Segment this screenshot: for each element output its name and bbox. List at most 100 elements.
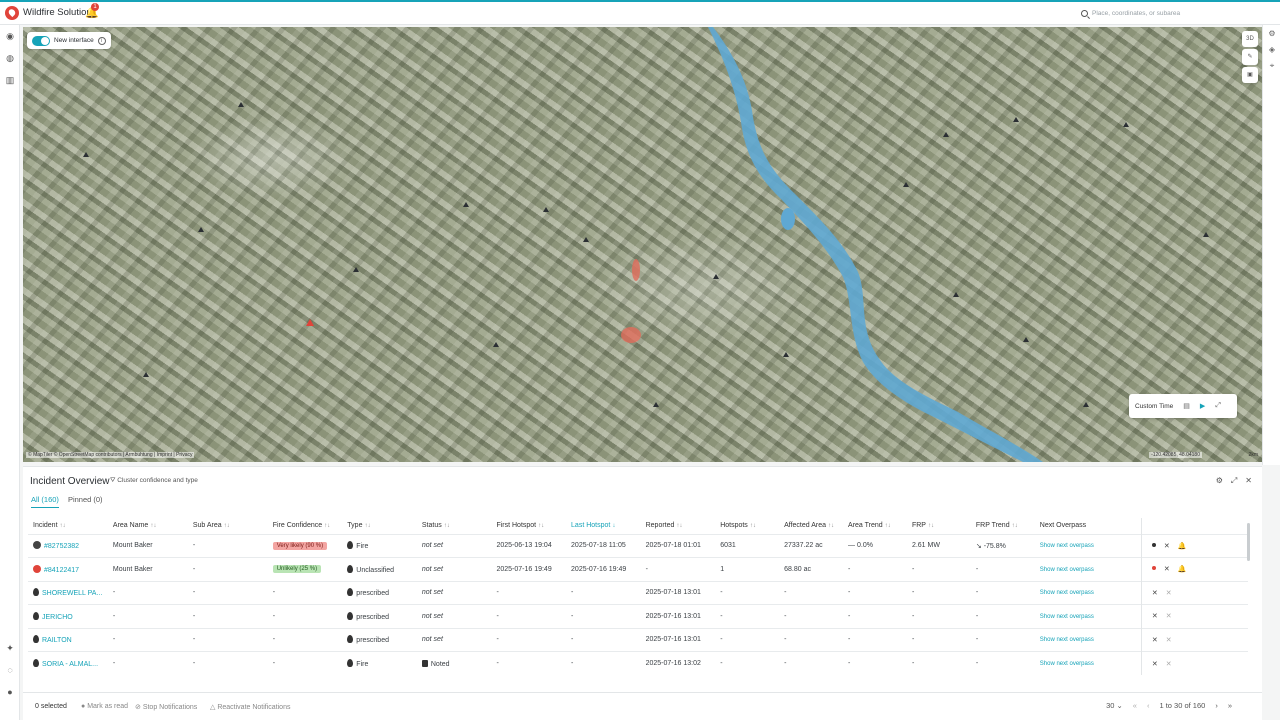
col-type[interactable]: Type ↑↓ [342, 518, 417, 534]
table-row[interactable]: #84122417 Mount Baker - Unlikely (25 %) … [28, 557, 1248, 581]
panel-close-icon[interactable]: ✕ [1245, 476, 1252, 486]
col-status[interactable]: Status ↑↓ [417, 518, 492, 534]
stop-notifications-button[interactable]: ⊘ Stop Notifications [135, 703, 197, 711]
settings-icon[interactable]: ⚙ [1266, 28, 1278, 40]
mute-icon[interactable]: ✕ [1164, 566, 1170, 573]
row-actions: ✕ 🔔 [1140, 557, 1248, 581]
incident-link[interactable]: SORIA - ALMAL... [42, 661, 98, 668]
read-status-icon[interactable] [1151, 542, 1156, 547]
col-area-name[interactable]: Area Name ↑↓ [108, 518, 188, 534]
mark-read-button[interactable]: ● Mark as read [81, 703, 128, 710]
mute-icon[interactable]: ✕ [1152, 613, 1158, 620]
incident-link[interactable]: #84122417 [44, 567, 79, 574]
notify-bell-icon[interactable]: 🔔 [1178, 566, 1187, 573]
reactivate-notifications-button[interactable]: △ Reactivate Notifications [210, 703, 290, 711]
map-nav-icon[interactable]: ◉ [3, 29, 17, 43]
frp-trend-cell: - [970, 604, 1035, 628]
first-page-button[interactable]: « [1133, 701, 1137, 710]
next-overpass-link[interactable]: Show next overpass [1040, 567, 1094, 573]
col-first-hotspot[interactable]: First Hotspot ↑↓ [491, 518, 566, 534]
sparkle-icon[interactable]: ✦ [3, 641, 17, 655]
time-control[interactable]: Custom Time ▤ ▶ ⤢ [1129, 394, 1237, 418]
mute-icon[interactable]: ✕ [1152, 590, 1158, 597]
col-incident[interactable]: Incident ↑↓ [28, 518, 108, 534]
toggle-switch[interactable] [32, 35, 50, 46]
layers-panel-icon[interactable]: ◈ [1266, 44, 1278, 56]
frp-cell: - [906, 651, 971, 675]
table-row[interactable]: #82752382 Mount Baker - Very likely (90 … [28, 533, 1248, 558]
table-row[interactable]: JERICHO - - - prescribed not set - - 202… [28, 604, 1248, 628]
col-frp[interactable]: FRP ↑↓ [907, 518, 971, 534]
last-hotspot-cell: 2025-07-18 11:05 [566, 533, 641, 558]
next-overpass-link[interactable]: Show next overpass [1040, 590, 1094, 596]
search-input[interactable]: Place, coordinates, or subarea [1081, 6, 1271, 20]
chat-icon[interactable]: ◌ [3, 663, 17, 677]
col-area-trend[interactable]: Area Trend ↑↓ [843, 518, 907, 534]
table-row[interactable]: SORIA - ALMAL... - - - Fire Noted - - 20… [28, 651, 1248, 675]
table-row[interactable]: RAILTON - - - prescribed not set - - 202… [28, 627, 1248, 652]
layers-icon[interactable]: ▣ [1242, 67, 1258, 83]
sub-area-cell: - [187, 580, 268, 605]
table-row[interactable]: SHOREWELL PA... - - - prescribed not set… [28, 580, 1248, 605]
row-actions: ✕ ✕ [1140, 627, 1248, 652]
3d-button[interactable]: 3D [1242, 31, 1258, 47]
incident-link[interactable]: SHOREWELL PA... [42, 590, 102, 597]
incident-nav-icon[interactable]: ◍ [3, 51, 17, 65]
confidence-cell: - [267, 604, 343, 628]
next-overpass-link[interactable]: Show next overpass [1040, 614, 1094, 620]
next-page-button[interactable]: › [1215, 701, 1218, 710]
col-sub-area[interactable]: Sub Area ↑↓ [188, 518, 268, 534]
next-overpass-link[interactable]: Show next overpass [1040, 637, 1094, 643]
incident-marker-icon[interactable] [306, 319, 314, 326]
notify-off-icon[interactable]: ✕ [1166, 590, 1172, 597]
panel-tabs: All (160) Pinned (0) [31, 495, 103, 508]
fire-area[interactable] [621, 327, 641, 343]
notify-off-icon[interactable]: ✕ [1166, 613, 1172, 620]
tab-pinned[interactable]: Pinned (0) [68, 495, 103, 508]
prev-page-button[interactable]: ‹ [1147, 701, 1150, 710]
last-page-button[interactable]: » [1228, 701, 1232, 710]
col-hotspots[interactable]: Hotspots ↑↓ [715, 518, 779, 534]
notify-off-icon[interactable]: ✕ [1166, 637, 1172, 644]
mute-icon[interactable]: ✕ [1152, 637, 1158, 644]
incident-link[interactable]: #82752382 [44, 543, 79, 550]
selected-count: 0 selected [35, 703, 67, 710]
fire-area[interactable] [632, 259, 640, 281]
info-icon[interactable]: i [97, 36, 106, 45]
pencil-icon[interactable]: ✎ [1242, 49, 1258, 65]
next-overpass-link[interactable]: Show next overpass [1040, 661, 1094, 667]
col-last-hotspot[interactable]: Last Hotspot ↓ [566, 518, 641, 534]
col-fire-confidence[interactable]: Fire Confidence ↑↓ [268, 518, 343, 534]
new-interface-toggle[interactable]: New interface i [27, 32, 111, 49]
table-scrollbar[interactable] [1247, 523, 1250, 561]
user-icon[interactable]: ● [3, 685, 17, 699]
pin-icon[interactable]: ⌖ [1266, 60, 1278, 72]
incident-link[interactable]: JERICHO [42, 614, 73, 621]
notify-bell-icon[interactable]: 🔔 [1178, 543, 1187, 550]
unread-status-icon[interactable] [1151, 566, 1156, 571]
incident-type-icon [33, 541, 41, 550]
page-size-select[interactable]: 30 ⌄ [1106, 701, 1123, 710]
expand-icon[interactable]: ⤢ [1215, 402, 1221, 410]
tab-all[interactable]: All (160) [31, 495, 59, 508]
frp-cell: - [906, 627, 971, 652]
mute-icon[interactable]: ✕ [1152, 661, 1158, 668]
cluster-label: Cluster confidence and type [117, 477, 198, 484]
col-actions [1140, 518, 1248, 534]
col-reported[interactable]: Reported ↑↓ [641, 518, 716, 534]
col-frp-trend[interactable]: FRP Trend ↑↓ [971, 518, 1035, 534]
col-affected-area[interactable]: Affected Area ↑↓ [779, 518, 843, 534]
panel-expand-icon[interactable]: ⤢ [1231, 476, 1237, 486]
lake-shape [708, 27, 1043, 462]
chart-nav-icon[interactable]: ▥ [3, 73, 17, 87]
next-overpass-link[interactable]: Show next overpass [1040, 543, 1094, 549]
calendar-icon[interactable]: ▤ [1183, 402, 1190, 410]
cluster-filter[interactable]: ⛛ Cluster confidence and type [110, 477, 198, 485]
incident-link[interactable]: RAILTON [42, 637, 72, 644]
notify-off-icon[interactable]: ✕ [1166, 661, 1172, 668]
affected-area-cell: - [779, 580, 844, 605]
map-view[interactable]: New interface i 3D ✎ ▣ © MapTiler © Open… [23, 27, 1262, 462]
play-icon[interactable]: ▶ [1200, 402, 1205, 410]
panel-settings-icon[interactable]: ⚙ [1216, 476, 1223, 486]
mute-icon[interactable]: ✕ [1164, 543, 1170, 550]
